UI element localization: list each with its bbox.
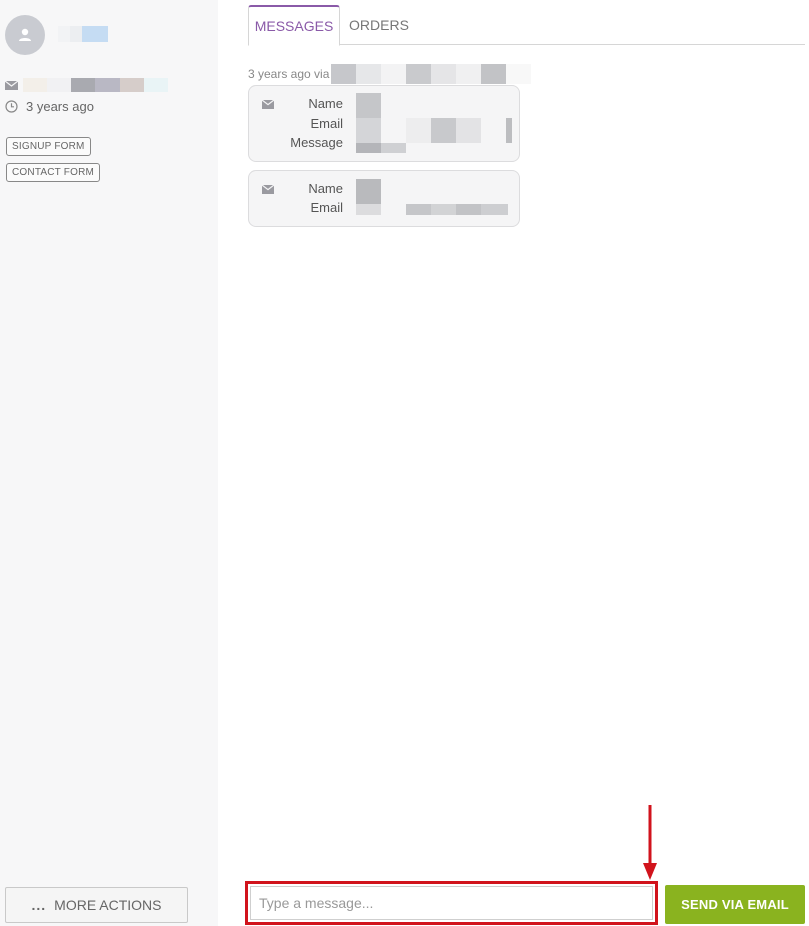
field-value-redacted [456, 118, 481, 143]
field-value-redacted [381, 143, 406, 153]
field-value-redacted [356, 93, 381, 118]
arrow-down-icon [643, 805, 657, 880]
contact-email-redacted [23, 78, 168, 92]
field-label-name: Name [308, 181, 343, 196]
message-source-redacted [331, 64, 532, 84]
last-seen-text: 3 years ago [26, 99, 94, 114]
avatar [5, 15, 45, 55]
field-value-redacted [406, 118, 431, 143]
more-actions-label: MORE ACTIONS [54, 897, 162, 913]
tag-contact-form[interactable]: CONTACT FORM [6, 163, 101, 182]
field-value-redacted [356, 118, 381, 143]
field-value-redacted [481, 204, 508, 215]
app-root: 3 years ago SIGNUP FORM CONTACT FORM ...… [0, 0, 809, 926]
message-input[interactable] [250, 886, 653, 920]
user-icon [19, 28, 31, 41]
field-value-redacted [456, 204, 481, 215]
field-label-email: Email [310, 116, 343, 131]
field-label-message: Message [290, 135, 343, 150]
field-value-redacted [356, 204, 381, 215]
field-label-name: Name [308, 96, 343, 111]
message-card: Name Email Message [248, 85, 520, 162]
field-value-redacted [356, 143, 381, 153]
message-card: Name Email [248, 170, 520, 227]
contact-name-redacted [58, 26, 108, 42]
mail-icon [5, 80, 18, 90]
field-value-redacted [431, 204, 456, 215]
last-seen-row: 3 years ago [5, 99, 94, 114]
conversation-tabs: MESSAGES ORDERS [248, 5, 805, 46]
clock-icon [5, 100, 18, 113]
message-meta-text: 3 years ago via [248, 67, 330, 81]
message-composer-highlight [245, 881, 658, 925]
field-value-redacted [431, 118, 456, 143]
more-actions-dots: ... [31, 897, 47, 913]
tag-signup-form[interactable]: SIGNUP FORM [6, 137, 91, 156]
field-value-redacted [406, 204, 431, 215]
tab-orders[interactable]: ORDERS [340, 5, 418, 45]
field-label-email: Email [310, 200, 343, 215]
mail-icon [262, 100, 274, 109]
field-value-redacted [356, 179, 381, 204]
send-via-email-button[interactable]: SEND VIA EMAIL [665, 885, 805, 924]
field-value-redacted [506, 118, 512, 143]
tab-messages[interactable]: MESSAGES [248, 5, 340, 46]
mail-icon [262, 185, 274, 194]
contact-email-row [5, 78, 168, 92]
message-meta: 3 years ago via [248, 64, 532, 84]
more-actions-button[interactable]: ... MORE ACTIONS [5, 887, 188, 923]
contact-sidebar: 3 years ago SIGNUP FORM CONTACT FORM ...… [0, 0, 218, 926]
